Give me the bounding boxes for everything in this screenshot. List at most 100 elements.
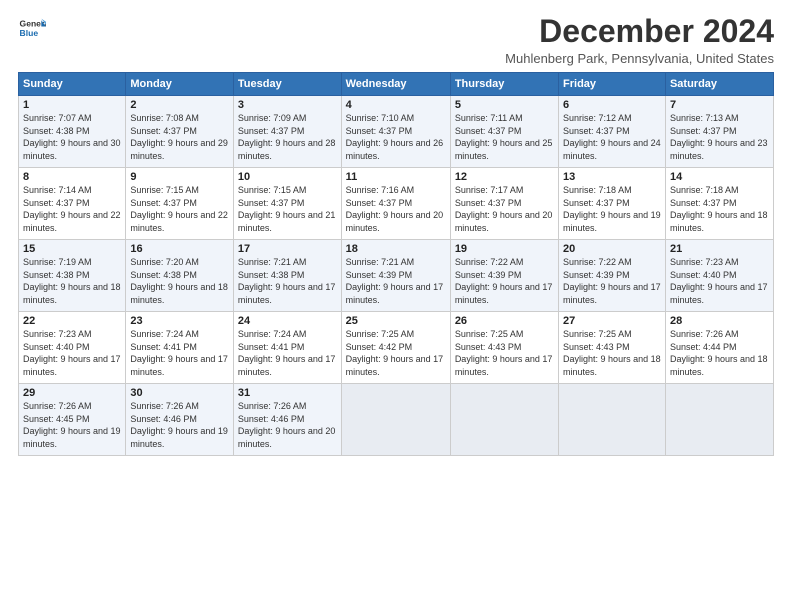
calendar-cell: 10 Sunrise: 7:15 AMSunset: 4:37 PMDayligh…: [233, 168, 341, 240]
calendar-cell: 13 Sunrise: 7:18 AMSunset: 4:37 PMDayligh…: [559, 168, 666, 240]
day-number: 19: [455, 243, 554, 255]
day-detail: Sunrise: 7:21 AMSunset: 4:39 PMDaylight:…: [346, 257, 444, 305]
day-detail: Sunrise: 7:18 AMSunset: 4:37 PMDaylight:…: [563, 185, 661, 233]
day-detail: Sunrise: 7:26 AMSunset: 4:44 PMDaylight:…: [670, 329, 768, 377]
day-number: 5: [455, 99, 554, 111]
day-number: 18: [346, 243, 446, 255]
day-detail: Sunrise: 7:16 AMSunset: 4:37 PMDaylight:…: [346, 185, 444, 233]
calendar-cell: 24 Sunrise: 7:24 AMSunset: 4:41 PMDayligh…: [233, 312, 341, 384]
calendar-cell: 30Sunrise: 7:26 AMSunset: 4:46 PMDayligh…: [126, 384, 234, 456]
calendar-cell: 15 Sunrise: 7:19 AMSunset: 4:38 PMDayligh…: [19, 240, 126, 312]
day-number: 14: [670, 171, 769, 183]
calendar-cell: 14 Sunrise: 7:18 AMSunset: 4:37 PMDayligh…: [665, 168, 773, 240]
day-number: 7: [670, 99, 769, 111]
calendar-cell: [559, 384, 666, 456]
calendar-cell: [665, 384, 773, 456]
day-detail: Sunrise: 7:08 AMSunset: 4:37 PMDaylight:…: [130, 113, 228, 161]
calendar-cell: 1 Sunrise: 7:07 AMSunset: 4:38 PMDaylight…: [19, 96, 126, 168]
day-number: 4: [346, 99, 446, 111]
calendar-cell: 26Sunrise: 7:25 AMSunset: 4:43 PMDayligh…: [450, 312, 558, 384]
day-number: 3: [238, 99, 337, 111]
day-number: 17: [238, 243, 337, 255]
day-number: 13: [563, 171, 661, 183]
day-header-friday: Friday: [559, 73, 666, 96]
calendar-cell: 19 Sunrise: 7:22 AMSunset: 4:39 PMDayligh…: [450, 240, 558, 312]
calendar-cell: 25 Sunrise: 7:25 AMSunset: 4:42 PMDayligh…: [341, 312, 450, 384]
day-detail: Sunrise: 7:23 AMSunset: 4:40 PMDaylight:…: [670, 257, 768, 305]
page: General Blue December 2024 Muhlenberg Pa…: [0, 0, 792, 612]
day-number: 21: [670, 243, 769, 255]
calendar-cell: [341, 384, 450, 456]
day-detail: Sunrise: 7:26 AMSunset: 4:46 PMDaylight:…: [238, 401, 336, 449]
day-number: 20: [563, 243, 661, 255]
day-detail: Sunrise: 7:09 AMSunset: 4:37 PMDaylight:…: [238, 113, 336, 161]
calendar-cell: 18 Sunrise: 7:21 AMSunset: 4:39 PMDayligh…: [341, 240, 450, 312]
day-detail: Sunrise: 7:18 AMSunset: 4:37 PMDaylight:…: [670, 185, 768, 233]
calendar-cell: 22 Sunrise: 7:23 AMSunset: 4:40 PMDayligh…: [19, 312, 126, 384]
day-detail: Sunrise: 7:12 AMSunset: 4:37 PMDaylight:…: [563, 113, 661, 161]
day-number: 9: [130, 171, 229, 183]
main-title: December 2024: [505, 14, 774, 49]
day-detail: Sunrise: 7:22 AMSunset: 4:39 PMDaylight:…: [563, 257, 661, 305]
logo-icon: General Blue: [18, 14, 46, 42]
day-detail: Sunrise: 7:25 AMSunset: 4:43 PMDaylight:…: [563, 329, 661, 377]
day-detail: Sunrise: 7:15 AMSunset: 4:37 PMDaylight:…: [238, 185, 336, 233]
day-detail: Sunrise: 7:10 AMSunset: 4:37 PMDaylight:…: [346, 113, 444, 161]
day-detail: Sunrise: 7:14 AMSunset: 4:37 PMDaylight:…: [23, 185, 121, 233]
day-number: 29: [23, 387, 121, 399]
day-number: 12: [455, 171, 554, 183]
day-number: 1: [23, 99, 121, 111]
day-detail: Sunrise: 7:21 AMSunset: 4:38 PMDaylight:…: [238, 257, 336, 305]
day-detail: Sunrise: 7:24 AMSunset: 4:41 PMDaylight:…: [238, 329, 336, 377]
subtitle: Muhlenberg Park, Pennsylvania, United St…: [505, 51, 774, 66]
day-header-monday: Monday: [126, 73, 234, 96]
calendar-cell: 6 Sunrise: 7:12 AMSunset: 4:37 PMDaylight…: [559, 96, 666, 168]
calendar-cell: [450, 384, 558, 456]
calendar-cell: 23 Sunrise: 7:24 AMSunset: 4:41 PMDayligh…: [126, 312, 234, 384]
calendar-cell: 2Sunrise: 7:08 AMSunset: 4:37 PMDaylight…: [126, 96, 234, 168]
day-detail: Sunrise: 7:24 AMSunset: 4:41 PMDaylight:…: [130, 329, 228, 377]
calendar-cell: 21 Sunrise: 7:23 AMSunset: 4:40 PMDayligh…: [665, 240, 773, 312]
day-detail: Sunrise: 7:22 AMSunset: 4:39 PMDaylight:…: [455, 257, 553, 305]
day-number: 26: [455, 315, 554, 327]
logo: General Blue: [18, 14, 46, 42]
calendar-cell: 29 Sunrise: 7:26 AMSunset: 4:45 PMDayligh…: [19, 384, 126, 456]
calendar-cell: 31 Sunrise: 7:26 AMSunset: 4:46 PMDayligh…: [233, 384, 341, 456]
day-number: 16: [130, 243, 229, 255]
calendar-cell: 27Sunrise: 7:25 AMSunset: 4:43 PMDayligh…: [559, 312, 666, 384]
day-number: 6: [563, 99, 661, 111]
day-detail: Sunrise: 7:17 AMSunset: 4:37 PMDaylight:…: [455, 185, 553, 233]
calendar-cell: 28 Sunrise: 7:26 AMSunset: 4:44 PMDayligh…: [665, 312, 773, 384]
day-header-tuesday: Tuesday: [233, 73, 341, 96]
day-header-sunday: Sunday: [19, 73, 126, 96]
day-number: 23: [130, 315, 229, 327]
calendar-cell: 4 Sunrise: 7:10 AMSunset: 4:37 PMDaylight…: [341, 96, 450, 168]
day-number: 28: [670, 315, 769, 327]
day-header-thursday: Thursday: [450, 73, 558, 96]
day-number: 24: [238, 315, 337, 327]
day-number: 22: [23, 315, 121, 327]
svg-text:Blue: Blue: [20, 28, 39, 38]
calendar-cell: 8Sunrise: 7:14 AMSunset: 4:37 PMDaylight…: [19, 168, 126, 240]
calendar-cell: 16 Sunrise: 7:20 AMSunset: 4:38 PMDayligh…: [126, 240, 234, 312]
day-detail: Sunrise: 7:25 AMSunset: 4:42 PMDaylight:…: [346, 329, 444, 377]
day-detail: Sunrise: 7:26 AMSunset: 4:46 PMDaylight:…: [130, 401, 228, 449]
calendar-cell: 12 Sunrise: 7:17 AMSunset: 4:37 PMDayligh…: [450, 168, 558, 240]
day-number: 25: [346, 315, 446, 327]
calendar-cell: 7Sunrise: 7:13 AMSunset: 4:37 PMDaylight…: [665, 96, 773, 168]
calendar-table: SundayMondayTuesdayWednesdayThursdayFrid…: [18, 72, 774, 456]
day-detail: Sunrise: 7:26 AMSunset: 4:45 PMDaylight:…: [23, 401, 121, 449]
day-number: 15: [23, 243, 121, 255]
day-detail: Sunrise: 7:23 AMSunset: 4:40 PMDaylight:…: [23, 329, 121, 377]
calendar-cell: 5 Sunrise: 7:11 AMSunset: 4:37 PMDaylight…: [450, 96, 558, 168]
calendar-cell: 17 Sunrise: 7:21 AMSunset: 4:38 PMDayligh…: [233, 240, 341, 312]
day-detail: Sunrise: 7:20 AMSunset: 4:38 PMDaylight:…: [130, 257, 228, 305]
day-detail: Sunrise: 7:07 AMSunset: 4:38 PMDaylight:…: [23, 113, 121, 161]
day-number: 10: [238, 171, 337, 183]
day-detail: Sunrise: 7:11 AMSunset: 4:37 PMDaylight:…: [455, 113, 553, 161]
calendar-cell: 3 Sunrise: 7:09 AMSunset: 4:37 PMDaylight…: [233, 96, 341, 168]
day-number: 31: [238, 387, 337, 399]
calendar-cell: 9Sunrise: 7:15 AMSunset: 4:37 PMDaylight…: [126, 168, 234, 240]
calendar-cell: 11Sunrise: 7:16 AMSunset: 4:37 PMDayligh…: [341, 168, 450, 240]
day-detail: Sunrise: 7:19 AMSunset: 4:38 PMDaylight:…: [23, 257, 121, 305]
